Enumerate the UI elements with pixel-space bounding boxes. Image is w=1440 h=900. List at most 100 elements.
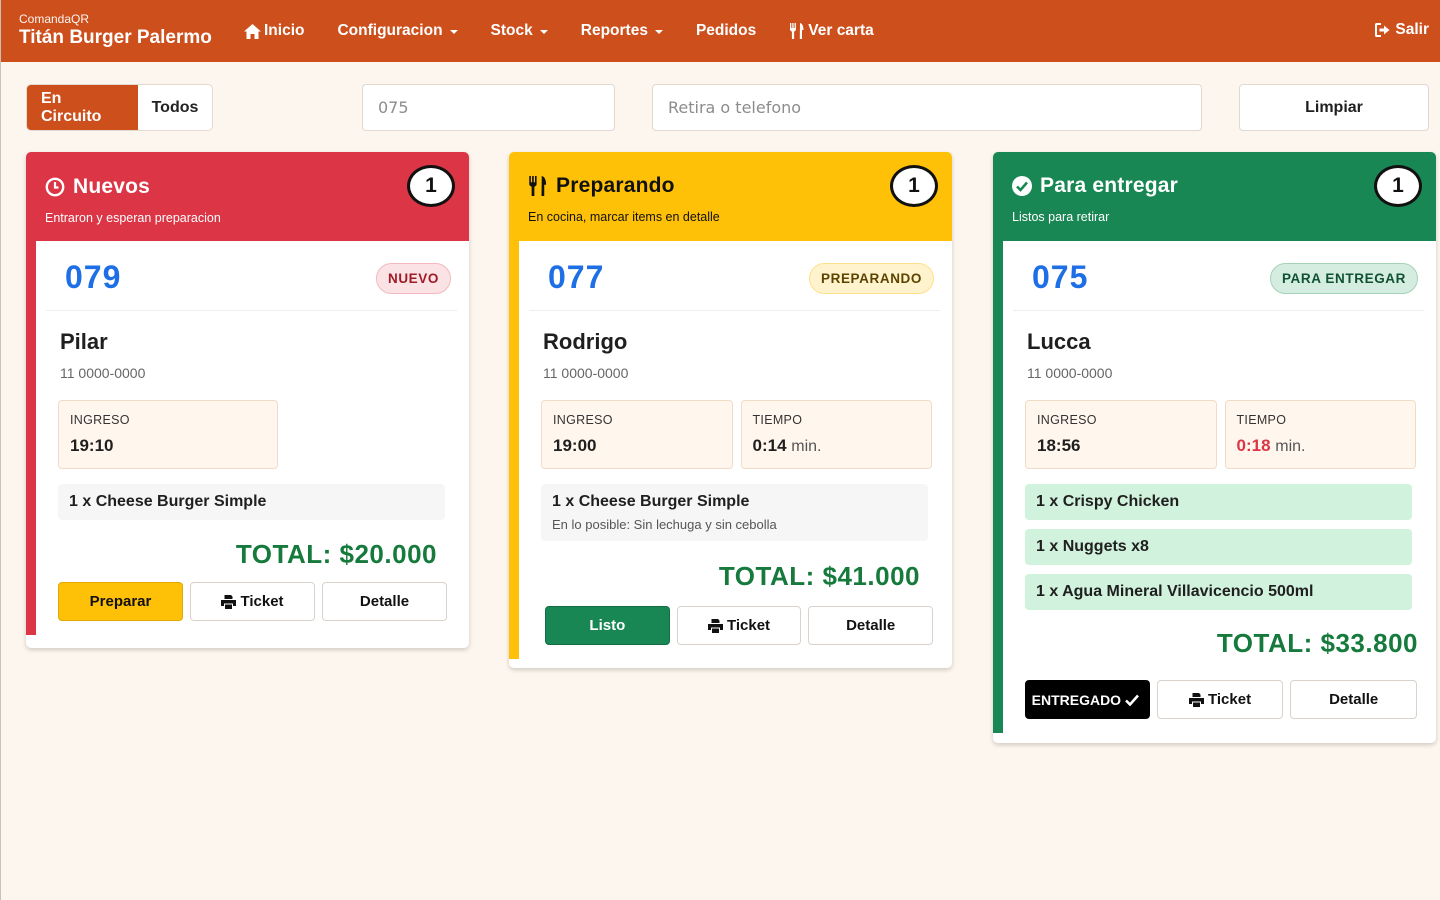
order-card: 079 NUEVO Pilar 11 0000-0000 INGRESO 19:… <box>46 241 457 621</box>
order-item: 1 x Agua Mineral Villavicencio 500ml <box>1025 574 1412 610</box>
tiempo-box: TIEMPO 0:14 min. <box>740 400 932 469</box>
ingreso-value: 19:10 <box>70 436 114 455</box>
order-number-search <box>362 84 615 131</box>
cutlery-icon <box>529 176 547 196</box>
column-body: 077 PREPARANDO Rodrigo 11 0000-0000 INGR… <box>509 241 952 659</box>
nav-item-label: Configuracion <box>337 22 443 39</box>
column-count: 1 <box>890 165 938 207</box>
entregado-label: ENTREGADO <box>1031 691 1122 708</box>
column-subtitle: En cocina, marcar items en detalle <box>528 210 720 224</box>
printer-icon <box>1188 692 1204 707</box>
order-card: 077 PREPARANDO Rodrigo 11 0000-0000 INGR… <box>529 241 940 645</box>
column-title: Para entregar <box>1012 174 1436 198</box>
nav-item-inicio[interactable]: Inicio <box>244 22 304 40</box>
order-number-input[interactable] <box>378 98 614 117</box>
detalle-button[interactable]: Detalle <box>1290 680 1417 719</box>
nav-item-ver-carta[interactable]: Ver carta <box>789 22 874 40</box>
sign-out-icon <box>1375 23 1390 37</box>
clear-button[interactable]: Limpiar <box>1239 84 1429 131</box>
ticket-label: Ticket <box>240 593 284 610</box>
column-body: 079 NUEVO Pilar 11 0000-0000 INGRESO 19:… <box>26 241 469 635</box>
detalle-button[interactable]: Detalle <box>322 582 447 621</box>
top-navbar: ComandaQR Titán Burger Palermo Inicio Co… <box>1 0 1440 62</box>
order-times: INGRESO 18:56 TIEMPO 0:18 min. <box>1025 400 1424 469</box>
column-count: 1 <box>407 165 455 207</box>
caret-down-icon <box>654 30 663 34</box>
customer-name: Rodrigo <box>543 329 628 354</box>
detalle-button[interactable]: Detalle <box>808 606 934 645</box>
column-header: Nuevos Entraron y esperan preparacion 1 <box>26 152 469 241</box>
listo-button[interactable]: Listo <box>545 606 670 645</box>
order-number: 075 <box>1032 259 1089 295</box>
nav-item-label: Stock <box>490 22 533 39</box>
tiempo-value: 0:18 min. <box>1237 436 1405 456</box>
order-total: TOTAL: $20.000 <box>235 539 437 569</box>
column-nuevos: Nuevos Entraron y esperan preparacion 1 … <box>26 152 469 648</box>
order-actions: Listo Ticket Detalle <box>545 606 940 645</box>
ingreso-box: INGRESO 19:00 <box>541 400 733 469</box>
tiempo-value: 0:14 min. <box>753 436 921 456</box>
circuit-filter-toggle: En Circuito Todos <box>26 84 213 131</box>
tab-todos[interactable]: Todos <box>138 85 212 130</box>
nav-menu: Inicio Configuracion Stock Reportes Pedi… <box>244 0 907 62</box>
ingreso-value: 19:00 <box>553 436 597 455</box>
customer-name: Lucca <box>1027 329 1091 354</box>
order-times: INGRESO 19:10 <box>58 400 457 469</box>
order-item: 1 x Nuggets x8 <box>1025 529 1412 565</box>
tiempo-box: TIEMPO 0:18 min. <box>1224 400 1416 469</box>
ingreso-value: 18:56 <box>1037 436 1081 455</box>
customer-name: Pilar <box>60 329 108 354</box>
order-card-header: 079 NUEVO <box>46 241 457 311</box>
ticket-button[interactable]: Ticket <box>1156 680 1284 719</box>
caret-down-icon <box>539 30 548 34</box>
order-item-text: 1 x Cheese Burger Simple <box>69 493 267 510</box>
nav-item-pedidos[interactable]: Pedidos <box>696 22 756 40</box>
nav-item-reportes[interactable]: Reportes <box>581 22 663 40</box>
ticket-button[interactable]: Ticket <box>676 606 802 645</box>
order-item-text: 1 x Agua Mineral Villavicencio 500ml <box>1036 583 1314 600</box>
order-actions: ENTREGADO Ticket Detalle <box>1025 680 1424 719</box>
check-circle-icon <box>1012 176 1032 196</box>
brand[interactable]: ComandaQR Titán Burger Palermo <box>19 12 212 49</box>
preparar-button[interactable]: Preparar <box>58 582 183 621</box>
ticket-label: Ticket <box>1207 691 1252 708</box>
ingreso-box: INGRESO 18:56 <box>1025 400 1217 469</box>
order-times: INGRESO 19:00 TIEMPO 0:14 min. <box>541 400 940 469</box>
order-item-text: 1 x Crispy Chicken <box>1036 493 1180 510</box>
entregado-button[interactable]: ENTREGADO <box>1025 680 1150 719</box>
order-total: TOTAL: $33.800 <box>1216 628 1418 658</box>
tab-en-circuito[interactable]: En Circuito <box>27 85 138 130</box>
nav-item-stock[interactable]: Stock <box>491 22 548 40</box>
order-actions: Preparar Ticket Detalle <box>58 582 457 621</box>
tiempo-label: TIEMPO <box>752 413 803 427</box>
nav-item-label: Reportes <box>580 22 648 39</box>
nav-item-configuracion[interactable]: Configuracion <box>337 22 458 40</box>
home-icon <box>244 23 261 39</box>
phone-search-input[interactable] <box>668 98 1201 117</box>
customer-phone: 11 0000-0000 <box>60 365 146 381</box>
status-badge: PREPARANDO <box>808 263 934 294</box>
nav-item-label: Ver carta <box>808 22 874 39</box>
column-title: Nuevos <box>45 175 469 199</box>
ticket-label: Ticket <box>726 617 771 634</box>
cutlery-icon <box>790 23 804 39</box>
order-total: TOTAL: $41.000 <box>718 561 920 591</box>
status-badge: PARA ENTREGAR <box>1269 263 1418 294</box>
column-subtitle: Listos para retirar <box>1012 210 1110 224</box>
column-title-label: Preparando <box>556 174 675 197</box>
nav-item-label: Pedidos <box>695 22 757 39</box>
customer-phone: 11 0000-0000 <box>543 365 629 381</box>
tiempo-number: 0:14 <box>752 436 787 455</box>
caret-down-icon <box>449 30 458 34</box>
ingreso-label: INGRESO <box>70 413 130 427</box>
logout-label: Salir <box>1395 21 1429 38</box>
logout-button[interactable]: Salir <box>1375 21 1429 39</box>
column-preparando: Preparando En cocina, marcar items en de… <box>509 152 952 668</box>
order-item: 1 x Crispy Chicken <box>1025 484 1412 520</box>
ticket-button[interactable]: Ticket <box>190 582 315 621</box>
ingreso-label: INGRESO <box>553 413 613 427</box>
printer-icon <box>221 594 237 609</box>
phone-search <box>652 84 1202 131</box>
order-number: 077 <box>548 259 605 295</box>
order-item: 1 x Cheese Burger Simple <box>58 484 445 520</box>
